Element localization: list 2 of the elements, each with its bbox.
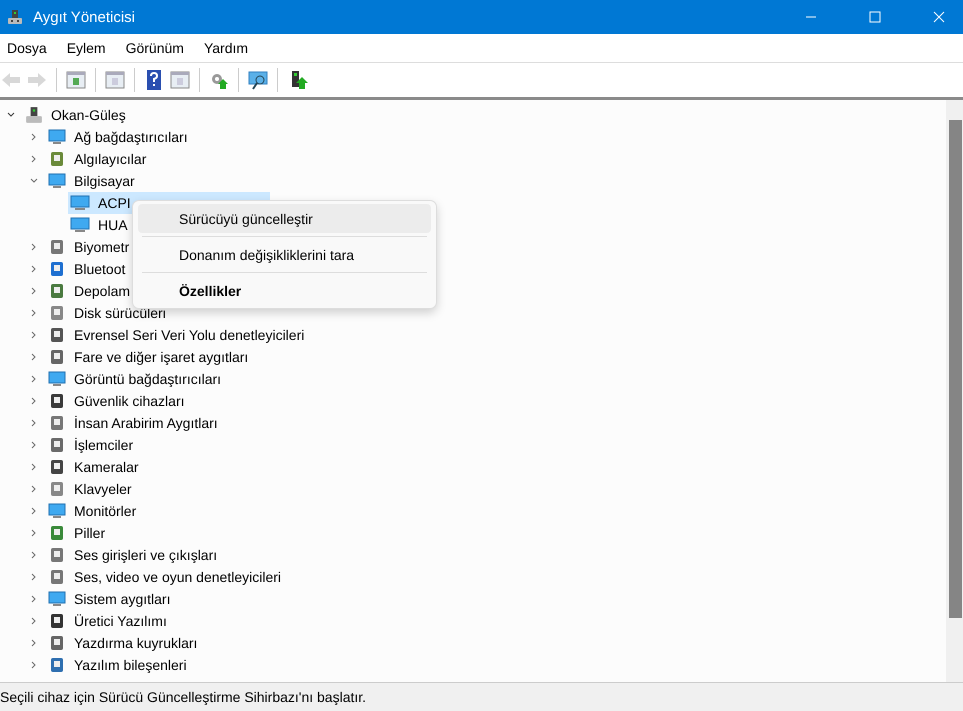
- window-title: Aygıt Yöneticisi: [33, 8, 136, 26]
- status-bar: Seçili cihaz için Sürücü Güncelleştirme Sihirbazı'nı başlatır.: [0, 682, 963, 711]
